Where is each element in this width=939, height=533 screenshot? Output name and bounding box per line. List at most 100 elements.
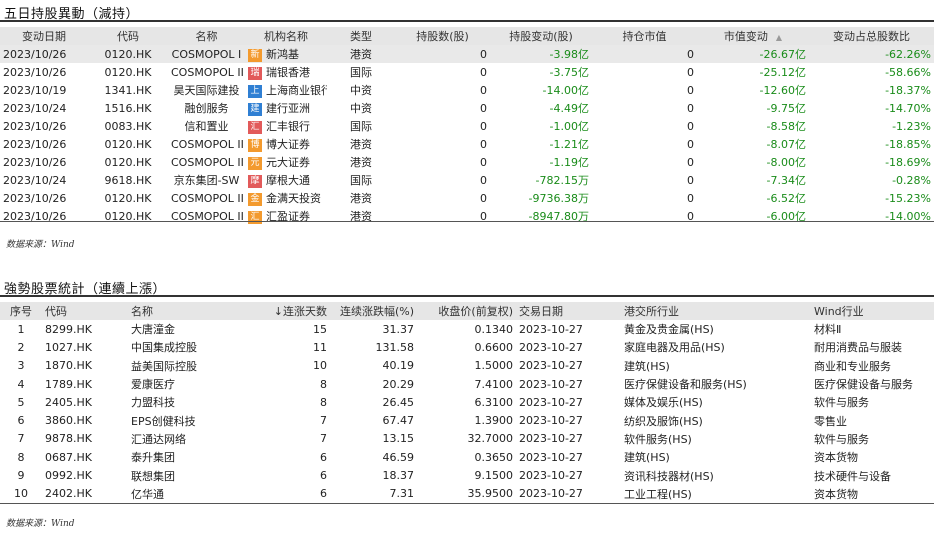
col-header-shares[interactable]: 持股数(股) bbox=[395, 27, 490, 45]
col-header-wind-industry[interactable]: Wind行业 bbox=[811, 302, 934, 320]
table-row[interactable]: 5 2405.HK 力盟科技 8 26.45 6.3100 2023-10-27 媒体及娱乐(… bbox=[0, 393, 934, 411]
col-header-institution[interactable]: 机构名称 bbox=[245, 27, 327, 45]
table-row[interactable]: 4 1789.HK 爱康医疗 8 20.29 7.4100 2023-10-27 医疗保健设备… bbox=[0, 375, 934, 393]
cell-trade-date: 2023-10-27 bbox=[519, 487, 583, 501]
col-header-change-pct[interactable]: 变动占总股数比 bbox=[809, 27, 934, 45]
cell-date: 2023/10/26 bbox=[3, 119, 67, 133]
cell-name[interactable]: 中国集成控股 bbox=[128, 338, 248, 356]
cell-name[interactable]: EPS创健科技 bbox=[128, 411, 248, 429]
table-row[interactable]: 2023/10/26 0120.HK COSMOPOL II 金金满天投资 港资 0 -97… bbox=[0, 189, 934, 207]
cell-institution: 元元大证券 bbox=[245, 153, 327, 171]
cell-name[interactable]: 亿华通 bbox=[128, 485, 248, 503]
table-row[interactable]: 9 0992.HK 联想集团 6 18.37 9.1500 2023-10-27 资讯科技器材… bbox=[0, 466, 934, 484]
table-row[interactable]: 7 9878.HK 汇通达网络 7 13.15 32.7000 2023-10-27 软件服务… bbox=[0, 430, 934, 448]
table-row[interactable]: 2023/10/26 0083.HK 信和置业 汇汇丰银行 国际 0 -1.00亿 0 -8.5… bbox=[0, 117, 934, 135]
cell-name: COSMOPOL I bbox=[168, 45, 245, 63]
cell-name[interactable]: 泰升集团 bbox=[128, 448, 248, 466]
cell-wind-industry: 资本货物 bbox=[814, 487, 858, 501]
cell-shares: 0 bbox=[480, 65, 487, 79]
cell-institution: 博博大证券 bbox=[245, 135, 327, 153]
cell-share-change: -14.00亿 bbox=[542, 84, 589, 97]
table-row[interactable]: 2 1027.HK 中国集成控股 11 131.58 0.6600 2023-10-27 家庭… bbox=[0, 338, 934, 356]
cell-close: 6.3100 bbox=[474, 395, 514, 409]
table-row[interactable]: 2023/10/26 0120.HK COSMOPOL II 元元大证券 港资 0 -1.1… bbox=[0, 153, 934, 171]
cell-name: COSMOPOL II bbox=[171, 209, 244, 223]
cell-wind-industry: 技术硬件与设备 bbox=[814, 469, 891, 483]
col-header-index[interactable]: 序号 bbox=[0, 302, 42, 320]
col-header-mv-change-label: 市值变动 bbox=[723, 30, 768, 43]
cell-name[interactable]: 力盟科技 bbox=[128, 393, 248, 411]
table-row[interactable]: 2023/10/24 9618.HK 京东集团-SW 摩摩根大通 国际 0 -782.15万… bbox=[0, 171, 934, 189]
col-header-market-value[interactable]: 持仓市值 bbox=[592, 27, 697, 45]
cell-code[interactable]: 1027.HK bbox=[42, 338, 128, 356]
cell-code[interactable]: 2402.HK bbox=[42, 485, 128, 503]
col-header-trade-date[interactable]: 交易日期 bbox=[516, 302, 621, 320]
cell-mv-change: -8.58亿 bbox=[766, 120, 806, 133]
cell-share-change: -4.49亿 bbox=[549, 102, 589, 115]
cell-cum-change: 67.47 bbox=[382, 414, 415, 428]
cell-code[interactable]: 1789.HK bbox=[42, 375, 128, 393]
table-row[interactable]: 2023/10/26 0120.HK COSMOPOL II 瑞瑞银香港 国际 0 -3.7… bbox=[0, 63, 934, 81]
cell-shares: 0 bbox=[480, 137, 487, 151]
cell-wind-industry: 软件与服务 bbox=[814, 396, 869, 410]
table-row[interactable]: 3 1870.HK 益美国际控股 10 40.19 1.5000 2023-10-27 建筑(… bbox=[0, 357, 934, 375]
cell-up-days: 7 bbox=[320, 414, 327, 428]
cell-code[interactable]: 1870.HK bbox=[42, 357, 128, 375]
cell-hkex-industry: 工业工程(HS) bbox=[624, 487, 692, 501]
cell-close: 1.3900 bbox=[474, 414, 514, 428]
institution-logo-icon: 博 bbox=[248, 138, 262, 152]
col-header-hkex-industry[interactable]: 港交所行业 bbox=[621, 302, 811, 320]
table-row[interactable]: 8 0687.HK 泰升集团 6 46.59 0.3650 2023-10-27 建筑(HS)… bbox=[0, 448, 934, 466]
cell-name[interactable]: 益美国际控股 bbox=[128, 357, 248, 375]
table-row[interactable]: 2023/10/26 0120.HK COSMOPOL II 博博大证券 港资 0 -1.2… bbox=[0, 135, 934, 153]
col-header-code[interactable]: 代码 bbox=[88, 27, 168, 45]
col-header-share-change[interactable]: 持股变动(股) bbox=[490, 27, 592, 45]
cell-name[interactable]: 汇通达网络 bbox=[128, 430, 248, 448]
cell-change-pct: -0.28% bbox=[892, 173, 931, 187]
table-row[interactable]: 2023/10/26 0120.HK COSMOPOL II 汇汇盈证券 港资 0 -894… bbox=[0, 207, 934, 225]
cell-name[interactable]: 大唐潼金 bbox=[128, 320, 248, 338]
cell-wind-industry: 医疗保健设备与服务 bbox=[814, 378, 913, 392]
col-header-date[interactable]: 变动日期 bbox=[0, 27, 88, 45]
cell-code[interactable]: 9878.HK bbox=[42, 430, 128, 448]
cell-date: 2023/10/26 bbox=[3, 137, 67, 151]
table-row[interactable]: 1 8299.HK 大唐潼金 15 31.37 0.1340 2023-10-27 黄金及贵金… bbox=[0, 320, 934, 338]
cell-index: 8 bbox=[17, 450, 25, 464]
institution-name: 金满天投资 bbox=[266, 192, 321, 205]
cell-index: 4 bbox=[17, 377, 25, 391]
cell-name: COSMOPOL II bbox=[171, 155, 244, 169]
cell-mv-change: -8.00亿 bbox=[766, 156, 806, 169]
table-row[interactable]: 2023/10/19 1341.HK 昊天国际建投上上海商业银行 中资 0 -14.00亿… bbox=[0, 81, 934, 99]
col-header-type[interactable]: 类型 bbox=[327, 27, 395, 45]
table-header-row: 变动日期 代码 名称 机构名称 类型 持股数(股) 持股变动(股) 持仓市值 市… bbox=[0, 27, 934, 45]
table-row[interactable]: 2023/10/26 0120.HK COSMOPOL I 新新鸿基 港资 0 -3.98亿… bbox=[0, 45, 934, 63]
col-header-name[interactable]: 名称 bbox=[168, 27, 245, 45]
cell-name[interactable]: 联想集团 bbox=[128, 466, 248, 484]
col-header-mv-change[interactable]: 市值变动 ▲ bbox=[697, 27, 809, 45]
cell-trade-date: 2023-10-27 bbox=[519, 340, 583, 354]
cell-change-pct: -1.23% bbox=[892, 119, 931, 133]
institution-name: 建行亚洲 bbox=[266, 102, 310, 115]
col-header-close[interactable]: 收盘价(前复权) bbox=[417, 302, 516, 320]
cell-type: 港资 bbox=[350, 156, 372, 169]
cell-code[interactable]: 0687.HK bbox=[42, 448, 128, 466]
data-source-note: 数据来源：Wind bbox=[6, 240, 75, 250]
table-row[interactable]: 10 2402.HK 亿华通 6 7.31 35.9500 2023-10-27 工业工程(H… bbox=[0, 485, 934, 503]
cell-market-value: 0 bbox=[687, 155, 694, 169]
cell-code[interactable]: 0992.HK bbox=[42, 466, 128, 484]
cell-wind-industry: 商业和专业服务 bbox=[814, 359, 891, 373]
cell-share-change: -1.00亿 bbox=[549, 120, 589, 133]
col-header-code[interactable]: 代码 bbox=[42, 302, 128, 320]
col-header-cum-change[interactable]: 连续涨跌幅(%) bbox=[330, 302, 417, 320]
cell-type: 中资 bbox=[350, 102, 372, 115]
cell-name[interactable]: 爱康医疗 bbox=[128, 375, 248, 393]
cell-code[interactable]: 2405.HK bbox=[42, 393, 128, 411]
cell-change-pct: -15.23% bbox=[885, 191, 931, 205]
cell-code[interactable]: 3860.HK bbox=[42, 411, 128, 429]
table-row[interactable]: 2023/10/24 1516.HK 融创服务 建建行亚洲 中资 0 -4.49亿 0 -9.7… bbox=[0, 99, 934, 117]
cell-hkex-industry: 医疗保健设备和服务(HS) bbox=[624, 378, 747, 392]
cell-code[interactable]: 8299.HK bbox=[42, 320, 128, 338]
col-header-up-days[interactable]: ↓连涨天数 bbox=[248, 302, 330, 320]
col-header-name[interactable]: 名称 bbox=[128, 302, 248, 320]
table-row[interactable]: 6 3860.HK EPS创健科技 7 67.47 1.3900 2023-10-27 纺织及… bbox=[0, 411, 934, 429]
